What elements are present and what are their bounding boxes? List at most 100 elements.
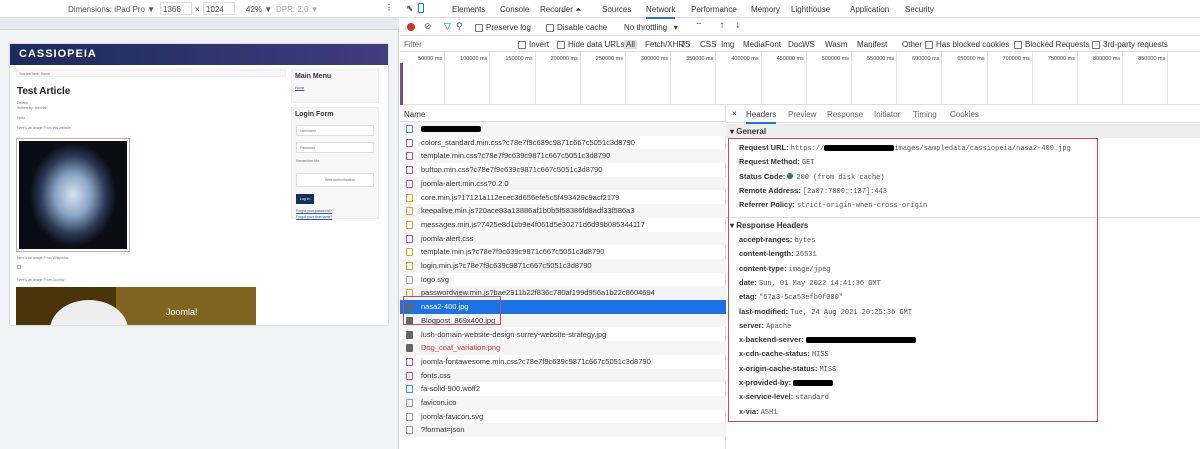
filter-type-manifest[interactable]: Manifest: [857, 40, 887, 49]
invert-checkbox[interactable]: Invert: [518, 40, 549, 49]
request-row[interactable]: joomla-alert.css: [400, 232, 726, 246]
request-row[interactable]: messages.min.js?7425e8d1cb9e4f061d5e3027…: [400, 218, 726, 232]
request-row[interactable]: button.min.css?c78e7f9c639c9871c667c5051…: [400, 163, 726, 177]
request-row[interactable]: core.min.js?17121a112ecec3d656efe5c5f493…: [400, 191, 726, 205]
filter-type-js[interactable]: JS: [681, 40, 690, 49]
username-input[interactable]: Username: [296, 125, 374, 136]
network-conditions-icon[interactable]: ⌔: [695, 21, 703, 31]
file-doc-icon: [406, 125, 413, 133]
request-row[interactable]: logo.svg: [400, 273, 726, 287]
blocked-requests-checkbox[interactable]: Blocked Requests: [1014, 40, 1089, 49]
filter-type-doc[interactable]: Doc: [788, 40, 802, 49]
nasa-image: [16, 138, 130, 252]
request-name: joomla-alert.css: [421, 234, 474, 243]
has-blocked-cookies-checkbox[interactable]: Has blocked cookies: [925, 40, 1009, 49]
tab-sources[interactable]: Sources: [602, 5, 631, 14]
filter-type-img[interactable]: Img: [721, 40, 734, 49]
request-name: template.min.css?c78e7f9c639c9871c667c50…: [421, 151, 610, 160]
tab-performance[interactable]: Performance: [691, 5, 737, 14]
request-row[interactable]: [400, 122, 726, 136]
remember-me-checkbox[interactable]: Remember Me: [296, 159, 319, 163]
zoom-select[interactable]: 42% ▼: [246, 5, 272, 14]
tab-network[interactable]: Network: [646, 5, 675, 19]
close-details-icon[interactable]: ×: [732, 109, 737, 118]
filter-icon[interactable]: ▽: [444, 21, 451, 32]
third-party-requests-checkbox[interactable]: 3rd-party requests: [1092, 40, 1168, 49]
filter-type-css[interactable]: CSS: [700, 40, 716, 49]
network-toolbar: ⊘ ▽ ⚲ Preserve log Disable cache No thro…: [400, 18, 1200, 36]
tab-recorder[interactable]: Recorder ⏶: [540, 5, 582, 15]
home-link[interactable]: Home: [292, 83, 378, 93]
import-har-icon[interactable]: ⭡: [720, 21, 724, 31]
details-tab-response[interactable]: Response: [827, 110, 863, 119]
filter-type-other[interactable]: Other: [902, 40, 922, 49]
request-row[interactable]: lush-domain-website-design-surrey-websit…: [400, 328, 726, 342]
filter-type-fetchxhr[interactable]: Fetch/XHR: [645, 40, 684, 49]
details-tab-timing[interactable]: Timing: [913, 110, 937, 119]
dpr-select[interactable]: DPR: 2.0 ▼: [276, 5, 319, 14]
timeline-tick: 700000 ms: [988, 52, 1033, 105]
devtools-tabbar: ⬉ Elements Console Recorder ⏶ Sources Networ…: [400, 0, 1200, 18]
details-tab-headers[interactable]: Headers: [746, 110, 776, 124]
name-column-header[interactable]: Name: [400, 105, 726, 122]
network-overview-timeline[interactable]: 50000 ms100000 ms150000 ms200000 ms25000…: [400, 52, 1200, 105]
request-row[interactable]: joomla-favicon.svg: [400, 410, 726, 424]
file-css-icon: [406, 358, 413, 366]
file-other-icon: [406, 399, 413, 407]
export-har-icon[interactable]: ⭣: [736, 21, 740, 31]
height-input[interactable]: 1024: [203, 2, 235, 15]
general-section-header[interactable]: ▾ General: [726, 124, 1200, 138]
file-css-icon: [406, 180, 413, 188]
request-row[interactable]: keepalive.min.js?20ace83a13886af1b0b5f58…: [400, 204, 726, 218]
site-brand: CASSIOPEIA: [10, 44, 388, 65]
request-row[interactable]: template.min.css?c78e7f9c639c9871c667c50…: [400, 149, 726, 163]
record-icon[interactable]: [407, 23, 415, 31]
tab-lighthouse[interactable]: Lighthouse: [791, 5, 830, 14]
preserve-log-checkbox[interactable]: Preserve log: [475, 23, 531, 32]
width-input[interactable]: 1366: [160, 2, 192, 15]
joomla-logo: Joomla!: [166, 307, 198, 317]
web-authentication-button[interactable]: Web Authentication: [296, 173, 374, 187]
request-row[interactable]: fonts.css: [400, 369, 726, 383]
filter-type-all[interactable]: All: [624, 40, 637, 49]
filter-type-wasm[interactable]: Wasm: [825, 40, 847, 49]
request-row[interactable]: favicon.ico: [400, 396, 726, 410]
search-icon[interactable]: ⚲: [456, 21, 463, 32]
disable-cache-checkbox[interactable]: Disable cache: [546, 23, 607, 32]
details-tab-preview[interactable]: Preview: [788, 110, 816, 119]
request-row[interactable]: fa-solid-900.woff2: [400, 382, 726, 396]
details-tab-cookies[interactable]: Cookies: [950, 110, 979, 119]
filter-type-ws[interactable]: WS: [802, 40, 815, 49]
forgot-username-link[interactable]: Forgot your username?: [296, 215, 332, 219]
inspect-element-icon[interactable]: ⬉: [406, 3, 414, 14]
filter-type-media[interactable]: Media: [743, 40, 765, 49]
filter-type-font[interactable]: Font: [765, 40, 781, 49]
tab-console[interactable]: Console: [500, 5, 529, 14]
filter-input[interactable]: Filter: [404, 40, 509, 49]
request-row[interactable]: Dog_coat_variation.png: [400, 341, 726, 355]
file-svg-icon: [406, 276, 413, 284]
request-name: Dog_coat_variation.png: [421, 343, 500, 352]
device-select[interactable]: Dimensions: iPad Pro ▼: [68, 5, 155, 14]
log-in-button[interactable]: Log in: [296, 194, 314, 204]
clear-icon[interactable]: ⊘: [424, 21, 432, 32]
forgot-password-link[interactable]: Forgot your password?: [296, 209, 332, 213]
tab-application[interactable]: Application: [850, 5, 889, 14]
throttling-select[interactable]: No throttling ▾: [624, 23, 678, 32]
details-tab-initiator[interactable]: Initiator: [874, 110, 900, 119]
device-toolbar-icon[interactable]: [418, 3, 424, 13]
request-row[interactable]: template.min.js?c78e7f9c639c9871c667c505…: [400, 245, 726, 259]
timeline-tick: 650000 ms: [943, 52, 988, 105]
request-row[interactable]: ?format=json: [400, 423, 726, 437]
request-row[interactable]: joomla-fontawesome.min.css?c78e7f9c639c9…: [400, 355, 726, 369]
password-input[interactable]: Password: [296, 142, 374, 153]
request-row[interactable]: colors_standard.min.css?c78e7f9c639c9871…: [400, 136, 726, 150]
tab-elements[interactable]: Elements: [452, 5, 485, 14]
hide-data-urls-checkbox[interactable]: Hide data URLs: [557, 40, 624, 49]
request-row[interactable]: joomla-alert.min.css?0.2.0: [400, 177, 726, 191]
more-options-icon[interactable]: ⋮: [385, 3, 393, 12]
redacted-name: [421, 126, 481, 132]
tab-security[interactable]: Security: [905, 5, 934, 14]
request-row[interactable]: login.min.js?c78e7f9c639c9871c667c5051c3…: [400, 259, 726, 273]
tab-memory[interactable]: Memory: [751, 5, 780, 14]
